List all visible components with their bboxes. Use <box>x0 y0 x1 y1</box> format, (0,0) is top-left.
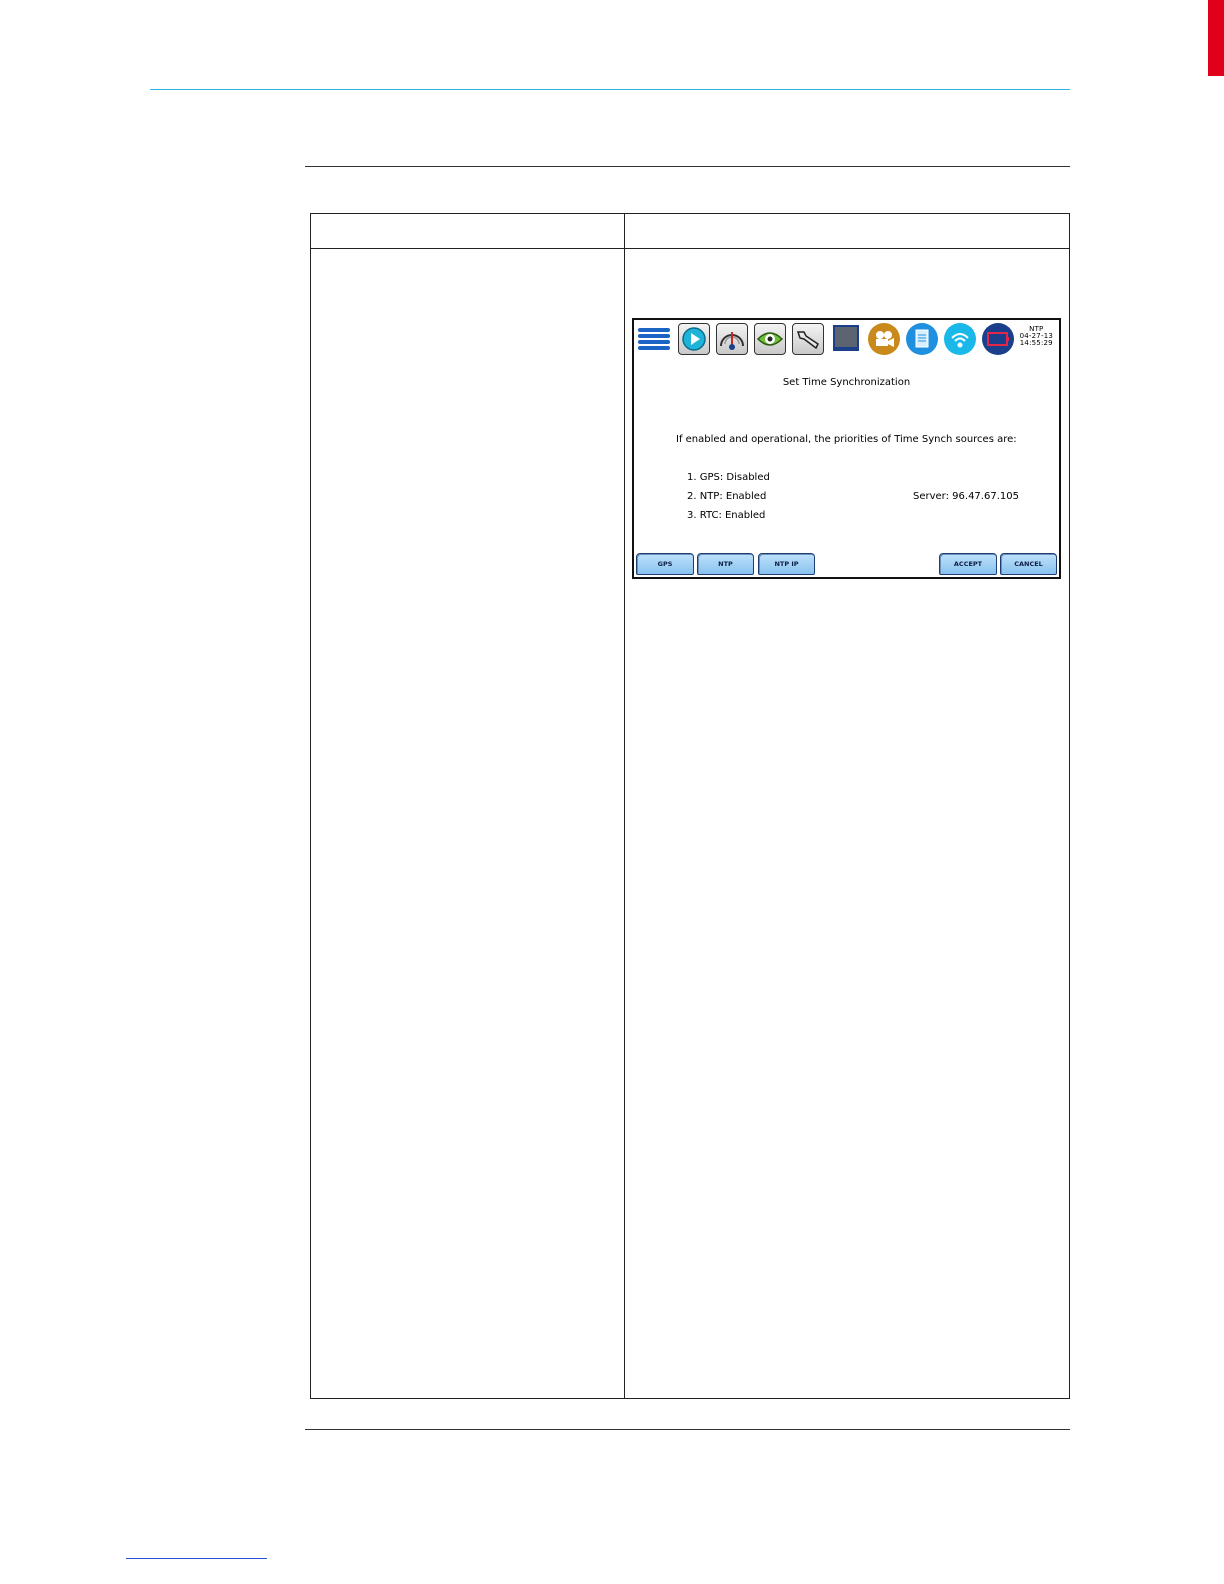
wrench-icon[interactable] <box>792 323 824 355</box>
source-rtc: 3. RTC: Enabled <box>687 510 766 521</box>
eye-icon[interactable] <box>754 323 786 355</box>
table-column-divider <box>624 214 625 1398</box>
toolbar <box>638 323 1018 355</box>
battery-icon[interactable] <box>982 323 1014 355</box>
footer-link-underline[interactable] <box>126 1558 267 1559</box>
section-rule-top <box>305 166 1070 167</box>
ntp-button[interactable]: NTP <box>697 553 754 575</box>
page-edge-tab <box>1208 0 1224 76</box>
monitor-icon[interactable] <box>830 323 862 355</box>
menu-icon[interactable] <box>638 323 670 355</box>
source-ntp: 2. NTP: Enabled <box>687 491 767 502</box>
play-icon[interactable] <box>678 323 710 355</box>
source-gps: 1. GPS: Disabled <box>687 472 770 483</box>
meter-gauge-icon[interactable] <box>716 323 748 355</box>
wireless-icon[interactable] <box>944 323 976 355</box>
ntp-server: Server: 96.47.67.105 <box>913 491 1019 502</box>
ntp-ip-button[interactable]: NTP IP <box>758 553 815 575</box>
status-readout: NTP 04-27-13 14:55:29 <box>1020 326 1053 347</box>
device-screen: NTP 04-27-13 14:55:29 Set Time Synchroni… <box>632 318 1061 579</box>
camera-icon[interactable] <box>868 323 900 355</box>
table-header-divider <box>311 248 1069 249</box>
cancel-button[interactable]: CANCEL <box>1000 553 1057 575</box>
section-rule-bottom <box>305 1429 1070 1430</box>
status-time: 14:55:29 <box>1019 339 1053 347</box>
document-icon[interactable] <box>906 323 938 355</box>
gps-button[interactable]: GPS <box>636 553 694 575</box>
accept-button[interactable]: ACCEPT <box>939 553 997 575</box>
screen-title: Set Time Synchronization <box>782 377 911 388</box>
header-rule <box>150 89 1070 90</box>
priority-note: If enabled and operational, the prioriti… <box>676 434 1017 445</box>
